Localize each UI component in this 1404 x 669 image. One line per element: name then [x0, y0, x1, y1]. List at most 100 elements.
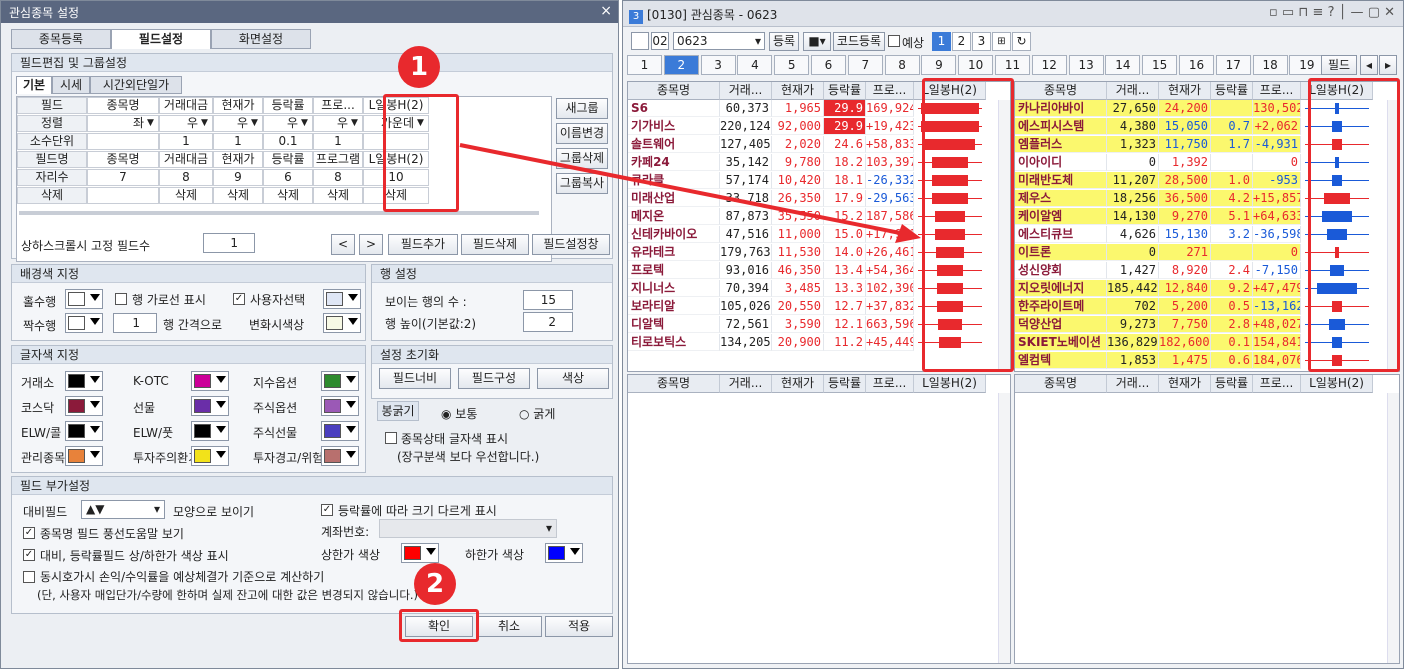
page-tab[interactable]: 8: [884, 55, 920, 75]
limit-checkbox[interactable]: ✓: [23, 549, 35, 561]
page-btn-2[interactable]: 2: [952, 32, 971, 51]
user-select-checkbox[interactable]: ✓: [233, 293, 245, 305]
column-header[interactable]: 종목명: [628, 82, 720, 100]
page-tab[interactable]: 2: [663, 55, 699, 75]
even-row-color[interactable]: [65, 313, 103, 333]
chevron-down-icon[interactable]: ▼: [251, 118, 258, 128]
page-tab[interactable]: 17: [1215, 55, 1251, 75]
field-cell-del[interactable]: 삭제: [159, 187, 213, 204]
next-button[interactable]: >: [359, 234, 383, 255]
group-select[interactable]: 0623 ▾: [673, 32, 765, 50]
page-tab[interactable]: 4: [737, 55, 773, 75]
chevron-down-icon[interactable]: ▼: [351, 118, 358, 128]
odd-row-color[interactable]: [65, 289, 103, 309]
font-color-picker[interactable]: [65, 421, 103, 441]
add-field-button[interactable]: 필드추가: [388, 234, 458, 255]
font-color-picker[interactable]: [321, 446, 359, 466]
arrow-right-icon[interactable]: ▸: [1379, 55, 1397, 75]
reset-width-button[interactable]: 필드너비: [379, 368, 451, 389]
page-tab[interactable]: 16: [1179, 55, 1214, 75]
page-tab[interactable]: 1: [627, 55, 662, 75]
code-register-button[interactable]: 코드등록: [833, 32, 885, 51]
fixed-fields-spinner[interactable]: 1: [203, 233, 255, 253]
field-row-label[interactable]: 자리수: [17, 169, 87, 186]
column-header[interactable]: 현재가: [772, 82, 824, 100]
column-header[interactable]: 프로...: [866, 82, 914, 100]
font-color-picker[interactable]: [191, 446, 229, 466]
hline-checkbox[interactable]: [115, 293, 127, 305]
field-cell-del[interactable]: [87, 187, 159, 204]
register-button[interactable]: 등록: [769, 32, 799, 51]
refresh-icon[interactable]: ↻: [1012, 32, 1031, 51]
subtab-price[interactable]: 시세: [52, 76, 90, 94]
column-header[interactable]: L일봉H(2): [1301, 375, 1373, 393]
chevron-down-icon[interactable]: ▼: [201, 118, 208, 128]
column-header[interactable]: 현재가: [1159, 82, 1211, 100]
column-header[interactable]: 거래...: [1107, 375, 1159, 393]
visible-rows-spinner[interactable]: 15: [523, 290, 573, 310]
page-btn-1[interactable]: 1: [932, 32, 951, 51]
candle-normal-radio[interactable]: ◉ 보통: [441, 405, 477, 422]
field-row-label[interactable]: 소수단위: [17, 133, 87, 150]
page-tab[interactable]: 5: [774, 55, 810, 75]
page-tab[interactable]: 19: [1289, 55, 1325, 75]
font-color-picker[interactable]: [191, 396, 229, 416]
page-tab[interactable]: 14: [1105, 55, 1141, 75]
font-color-picker[interactable]: [191, 371, 229, 391]
account-select[interactable]: ▾: [379, 519, 557, 538]
simul-checkbox[interactable]: [23, 571, 35, 583]
field-row-label[interactable]: 필드: [17, 97, 87, 114]
row-height-spinner[interactable]: 2: [523, 312, 573, 332]
group-no[interactable]: 02: [651, 32, 669, 50]
page-tab[interactable]: 15: [1142, 55, 1178, 75]
font-color-picker[interactable]: [191, 421, 229, 441]
page-tab[interactable]: 6: [811, 55, 846, 75]
font-color-picker[interactable]: [321, 396, 359, 416]
field-cell-del[interactable]: 삭제: [313, 187, 363, 204]
column-header[interactable]: 현재가: [1159, 375, 1211, 393]
reset-color-button[interactable]: 색상: [537, 368, 609, 389]
apply-button[interactable]: 적용: [545, 616, 613, 637]
change-color[interactable]: [323, 313, 361, 333]
cancel-button[interactable]: 취소: [476, 616, 542, 637]
new-group-button[interactable]: 새그룹: [556, 98, 608, 119]
page-tab[interactable]: 13: [1068, 55, 1104, 75]
balloon-checkbox[interactable]: ✓: [23, 527, 35, 539]
layout-icon[interactable]: ⊞: [992, 32, 1011, 51]
field-cell-del[interactable]: 삭제: [213, 187, 263, 204]
tab-screen-settings[interactable]: 화면설정: [211, 29, 311, 49]
page-tab[interactable]: 3: [700, 55, 736, 75]
arrow-left-icon[interactable]: ◂: [1360, 55, 1378, 75]
reset-config-button[interactable]: 필드구성: [458, 368, 530, 389]
print-icon[interactable]: [631, 32, 649, 50]
field-cell-dec[interactable]: 1: [313, 133, 363, 150]
window-controls-icon[interactable]: ▫ ▭ ⊓ ≡ ? │ — ▢ ✕: [1269, 5, 1395, 20]
column-header[interactable]: 거래...: [720, 375, 772, 393]
tab-stock-register[interactable]: 종목등록: [11, 29, 111, 49]
font-color-picker[interactable]: [321, 371, 359, 391]
column-header[interactable]: L일봉H(2): [914, 375, 986, 393]
chevron-down-icon[interactable]: ▼: [301, 118, 308, 128]
page-btn-3[interactable]: 3: [972, 32, 991, 51]
column-header[interactable]: 현재가: [772, 375, 824, 393]
scrollbar[interactable]: [998, 393, 1010, 663]
page-tab[interactable]: 10: [958, 55, 994, 75]
column-header[interactable]: 등락률: [824, 82, 866, 100]
user-select-color[interactable]: [323, 289, 361, 309]
candle-thick-radio[interactable]: ○ 굵게: [519, 405, 555, 422]
font-color-picker[interactable]: [321, 421, 359, 441]
page-tab[interactable]: 12: [1031, 55, 1067, 75]
page-tab[interactable]: 9: [921, 55, 957, 75]
row-gap-spinner[interactable]: 1: [113, 313, 157, 333]
column-header[interactable]: 거래...: [1107, 82, 1159, 100]
column-header[interactable]: 프로...: [1253, 375, 1301, 393]
page-tab[interactable]: 11: [995, 55, 1030, 75]
field-cell-dec[interactable]: 1: [213, 133, 263, 150]
field-row-label[interactable]: 필드명: [17, 151, 87, 168]
field-cell-dec[interactable]: [87, 133, 159, 150]
column-header[interactable]: 등락률: [1211, 375, 1253, 393]
field-cell-del[interactable]: 삭제: [263, 187, 313, 204]
field-cell-dec[interactable]: 1: [159, 133, 213, 150]
column-header[interactable]: 등락률: [824, 375, 866, 393]
prev-button[interactable]: <: [331, 234, 355, 255]
